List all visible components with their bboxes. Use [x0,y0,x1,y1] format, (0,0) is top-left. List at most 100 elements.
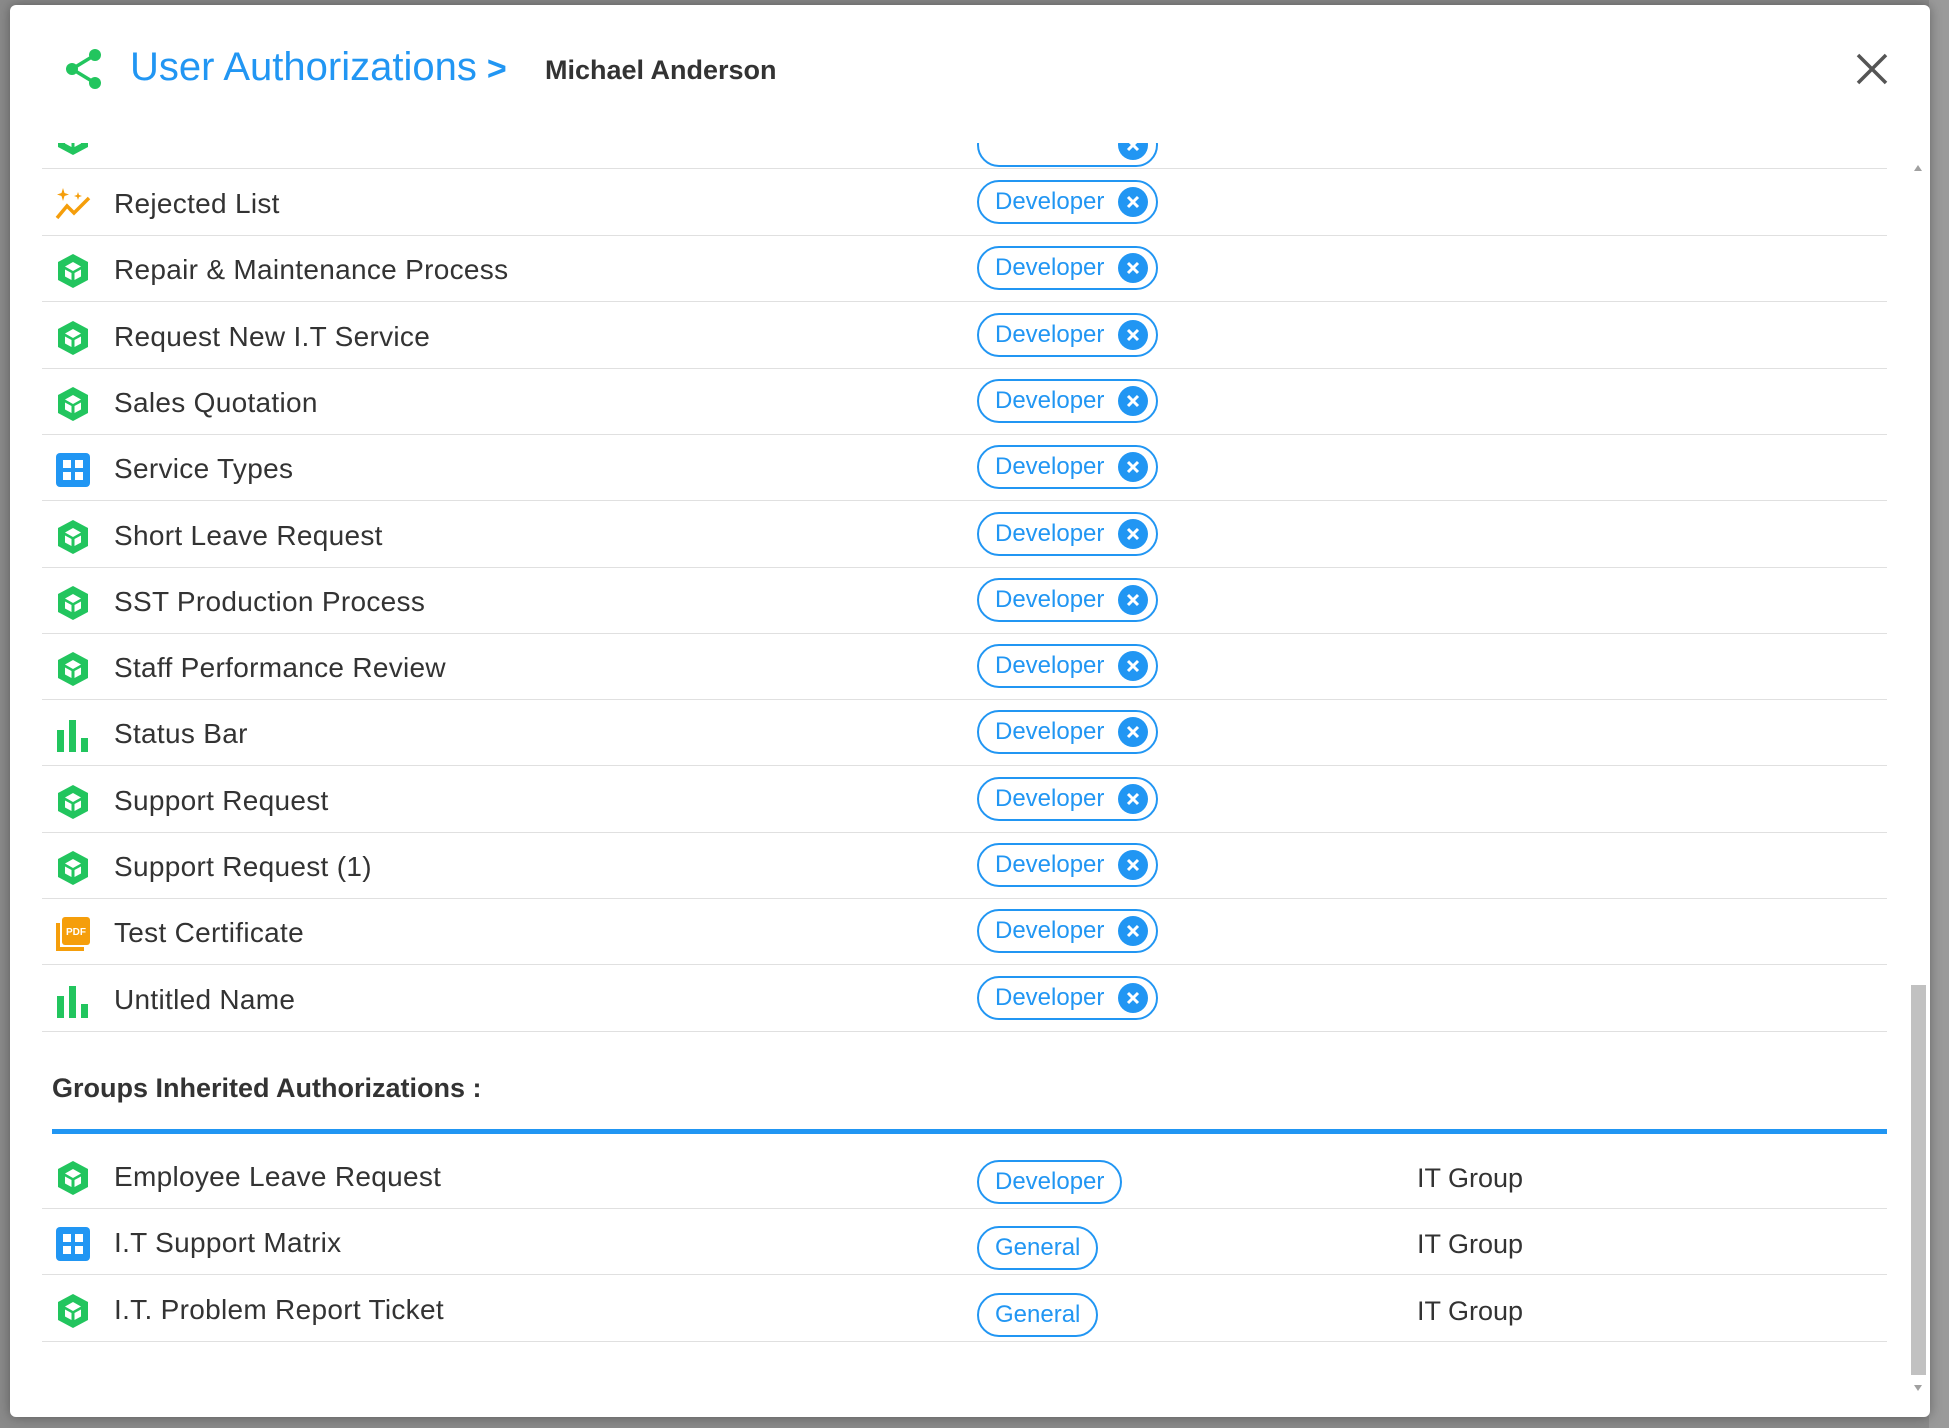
role-chip-label: Developer [995,320,1105,348]
authorization-name: Service Types [114,453,294,485]
remove-role-icon[interactable] [1118,584,1149,615]
section-divider [52,1129,1887,1134]
remove-role-icon[interactable] [1118,717,1149,748]
process-cube-icon [54,1292,92,1330]
scrollbar-thumb[interactable] [1911,985,1926,1375]
bar-chart-icon [54,716,92,754]
role-chip-label: Developer [995,585,1105,613]
close-icon[interactable] [1850,47,1894,91]
authorization-name: SST Production Process [114,585,426,617]
process-cube-icon [54,319,92,357]
authorization-name: Staff Performance Review [114,652,446,684]
role-chip[interactable]: Developer [977,776,1159,821]
remove-role-icon[interactable] [1118,518,1149,549]
authorization-name: I.T. Problem Report Ticket [114,1293,444,1325]
user-name: Michael Anderson [545,55,777,85]
process-cube-icon [54,650,92,688]
process-cube-icon [54,584,92,622]
role-chip[interactable]: Developer [977,644,1159,689]
inherited-row: Employee Leave Request Developer IT Group [42,1143,1887,1209]
process-cube-icon [54,518,92,556]
user-authorizations-dialog: User Authorizations> Michael Anderson De… [10,5,1930,1417]
role-chip[interactable]: Developer [977,710,1159,755]
inherited-section-title: Groups Inherited Authorizations : [52,1073,482,1103]
role-chip-label: Developer [995,254,1105,282]
role-chip[interactable]: Developer [977,445,1159,490]
grid-table-icon [54,451,92,489]
remove-role-icon[interactable] [1118,385,1149,416]
authorization-name: I.T Support Matrix [114,1227,342,1259]
sparkle-trend-icon [54,186,92,224]
remove-role-icon[interactable] [1118,783,1149,814]
process-cube-icon [54,849,92,887]
remove-role-icon[interactable] [1118,187,1149,217]
role-chip[interactable]: Developer [977,975,1159,1020]
authorization-name: Employee Leave Request [114,1161,442,1192]
direct-row: Support Request (1) Developer [42,833,1887,899]
role-chip-label: General [995,1300,1081,1328]
direct-row: PDF Test Certificate Developer [42,899,1887,966]
dialog-header: User Authorizations > Michael Anderson [10,5,1930,135]
authorization-name: Status Bar [114,718,248,750]
role-chip[interactable]: Developer [977,577,1159,622]
remove-role-icon[interactable] [1118,253,1149,284]
share-icon [66,49,101,89]
scroll-down-arrow-icon[interactable] [1912,1383,1924,1393]
direct-row: Request New I.T Service Developer [42,303,1887,369]
role-chip-label: General [995,1234,1081,1262]
remove-role-icon[interactable] [1118,850,1149,880]
role-chip[interactable]: General [977,1226,1099,1271]
authorization-name: Support Request (1) [114,851,372,882]
remove-role-icon[interactable] [1118,651,1149,682]
authorization-name: Request New I.T Service [114,320,431,352]
remove-role-icon[interactable] [1118,452,1149,483]
role-chip[interactable]: General [977,1292,1099,1337]
role-chip[interactable]: Developer [977,246,1159,291]
group-name: IT Group [1417,1295,1524,1326]
remove-role-icon[interactable] [1118,319,1149,350]
direct-row: Repair & Maintenance Process Developer [42,236,1887,303]
pdf-icon: PDF [54,915,92,953]
role-chip[interactable]: Developer [977,1160,1123,1204]
role-chip-label: Developer [995,519,1105,547]
role-chip-label: Developer [995,386,1105,414]
direct-row: Service Types Developer [42,435,1887,502]
inherited-row: I.T Support Matrix General IT Group [42,1209,1887,1276]
direct-row: Rejected List Developer [42,170,1887,236]
title-separator: > [486,50,507,88]
authorization-name: Short Leave Request [114,519,383,551]
process-cube-icon [54,783,92,821]
role-chip[interactable]: Developer [977,909,1159,954]
role-chip-label: Developer [995,652,1105,680]
authorization-name: Support Request [114,784,329,816]
process-cube-icon [54,252,92,290]
role-chip-label: Developer [995,983,1105,1011]
role-chip[interactable]: Developer [977,843,1159,887]
list-item-partial: Developer [42,143,1887,169]
role-chip-partial[interactable]: Developer [977,143,1159,167]
role-chip-label: Developer [995,188,1105,215]
role-chip[interactable]: Developer [977,378,1159,423]
process-cube-icon [54,143,92,157]
direct-row: Untitled Name Developer [42,966,1887,1032]
remove-role-icon[interactable] [1118,143,1149,160]
inherited-row: I.T. Problem Report Ticket General IT Grou… [42,1276,1887,1342]
scroll-up-arrow-icon[interactable] [1912,163,1924,173]
role-chip-label: Developer [995,718,1105,746]
remove-role-icon[interactable] [1118,916,1149,947]
svg-text:PDF: PDF [66,927,86,938]
role-chip-label: Developer [995,851,1105,878]
direct-row: Staff Performance Review Developer [42,634,1887,701]
role-chip-label: Developer [995,453,1105,481]
remove-role-icon[interactable] [1118,982,1149,1013]
role-chip[interactable]: Developer [977,180,1159,224]
authorization-name: Untitled Name [114,983,296,1015]
direct-row: Support Request Developer [42,767,1887,833]
authorization-name: Sales Quotation [114,386,318,418]
direct-row: Short Leave Request Developer [42,502,1887,568]
role-chip-label: Developer [995,917,1105,945]
authorization-name: Rejected List [114,188,280,219]
role-chip[interactable]: Developer [977,511,1159,556]
group-name: IT Group [1417,1163,1524,1193]
role-chip[interactable]: Developer [977,312,1159,357]
